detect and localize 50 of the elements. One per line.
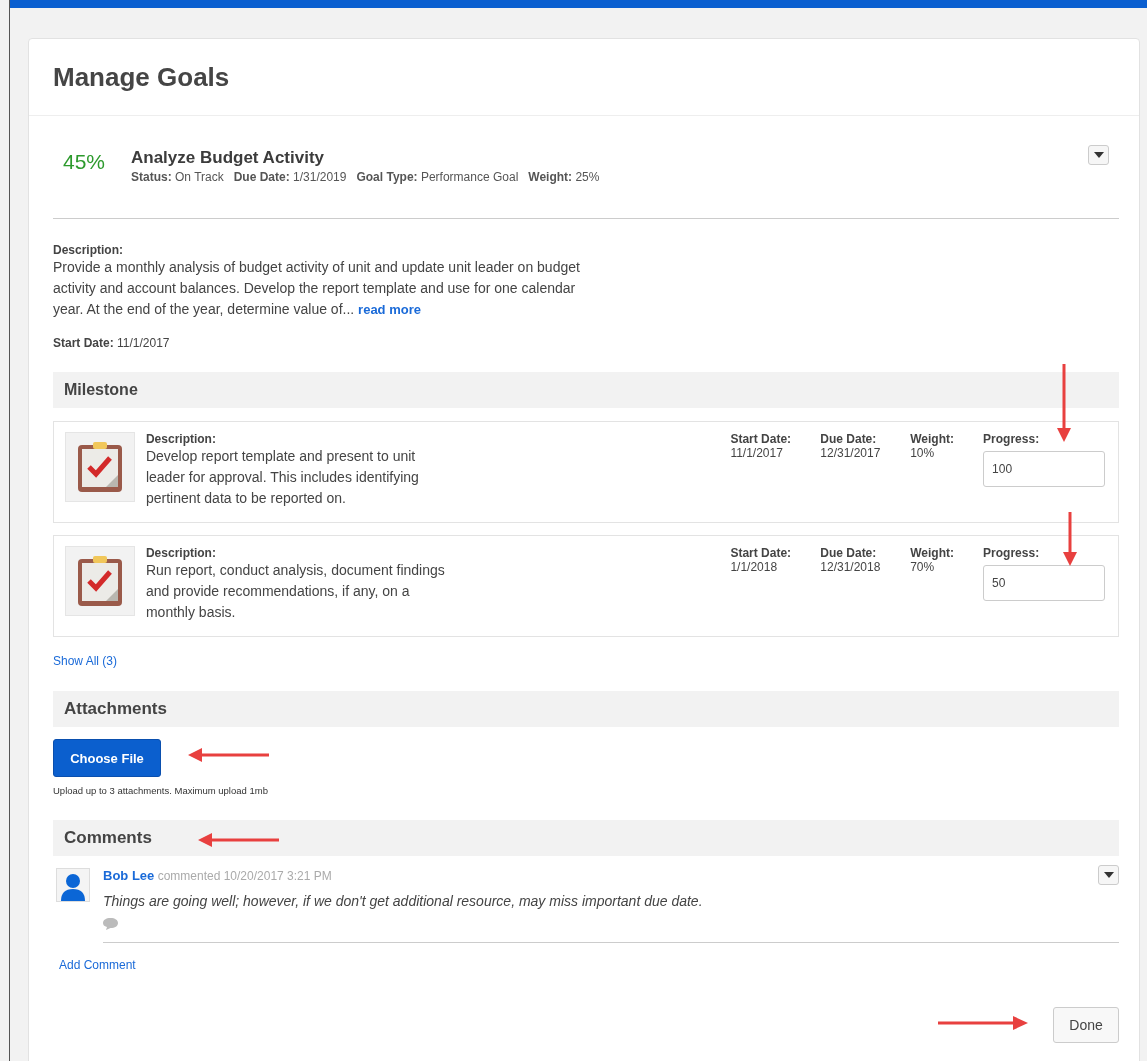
show-all-link[interactable]: Show All (3) [53,654,118,668]
milestone-description: Develop report template and present to unit leader for approval. This includes identifying pertinent data to be reported on. [145,447,420,508]
start-date: Start Date: 11/1/2017 [53,336,171,350]
clipboard-check-icon [76,441,123,493]
goal-meta: Due Date: 1/31/2019 [233,170,347,184]
start-date-label: Start Date: [730,432,793,446]
progress-label: Progress: [983,546,1041,560]
annotation-arrow [1063,512,1077,566]
speech-bubble-icon [103,918,118,930]
start-date-label: Start Date: [730,546,793,560]
clipboard-check-icon [76,555,123,607]
goal-percent: 45% [63,150,107,174]
weight-label: Weight: [910,432,955,446]
choose-file-button[interactable]: Choose File [53,739,161,777]
weight-value: 70% [910,560,936,574]
weight-value: 10% [910,446,936,460]
comment-meta: commented 10/20/2017 3:21 PM [157,869,332,883]
dropdown-button[interactable] [1098,865,1119,885]
description-text: Provide a monthly analysis of budget activity of unit and update unit leader on budget activity and account balances. Develop the report template and use for one calendar year. At the end of the year, determine value of... read more [53,258,581,319]
goal-meta: Goal Type: Performance Goal [356,170,519,184]
add-comment-link[interactable]: Add Comment [59,958,136,972]
upload-hint: Upload up to 3 attachments. Maximum upload 1mb [53,785,269,796]
progress-field[interactable]: 50 [983,565,1106,601]
progress-field[interactable]: 100 [983,451,1106,487]
goal-meta: Weight: 25% [528,170,600,184]
description-label: Description: [145,546,217,560]
caret-icon [1093,152,1104,158]
description-label: Description: [145,432,217,446]
start-date: 1/1/2018 [730,560,779,574]
read-more-link[interactable]: read more [358,302,421,317]
due-date: 12/31/2018 [820,560,882,574]
description-label: Description: [53,243,124,257]
start-date: 11/1/2017 [730,446,784,460]
due-date-label: Due Date: [820,432,878,446]
comment-text: Things are going well; however, if we don't get additional resource, may miss important due date. [103,892,704,911]
caret-icon [1103,872,1114,878]
goal-meta: Status: On Track [131,170,224,184]
section-header: Attachments [53,691,1119,727]
due-date: 12/31/2017 [820,446,882,460]
weight-label: Weight: [910,546,955,560]
progress-label: Progress: [983,432,1041,446]
section-header: Comments [53,820,1119,856]
due-date-label: Due Date: [820,546,878,560]
page-title: Manage Goals [53,61,230,93]
dropdown-button[interactable] [1088,145,1109,165]
author-link[interactable]: Bob Lee [103,868,155,883]
milestone-description: Run report, conduct analysis, document findings and provide recommendations, if any, on a monthly basis. [145,561,446,622]
section-header: Milestone [53,372,1119,408]
goal-title: Analyze Budget Activity [131,148,326,168]
done-button[interactable]: Done [1053,1007,1119,1043]
